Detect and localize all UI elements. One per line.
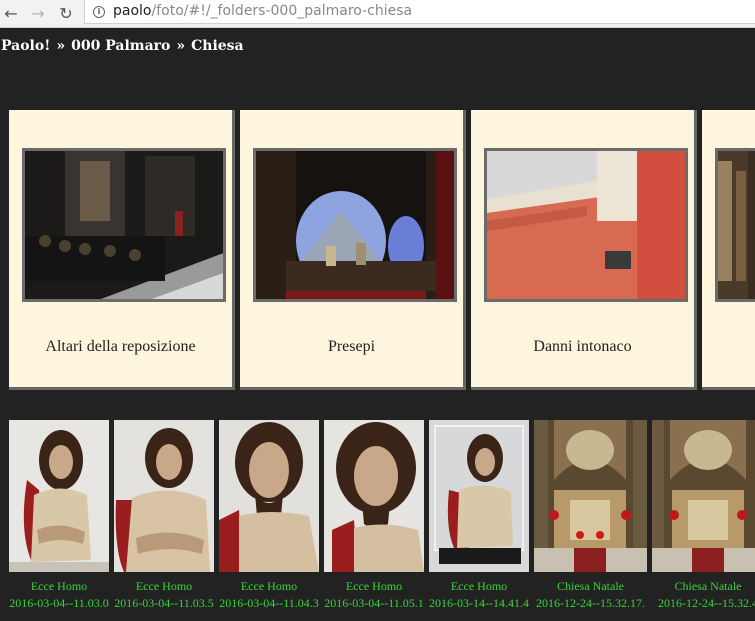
folder-thumbnail[interactable] (253, 148, 457, 302)
photo-date[interactable]: 2016-03-04--11.03.5 (114, 596, 214, 611)
breadcrumb-separator: » (56, 38, 66, 54)
photo-date[interactable]: 2016-03-14--14.41.4 (429, 596, 529, 611)
photo-title[interactable]: Ecce Homo (429, 579, 529, 594)
info-icon[interactable]: i (93, 6, 105, 18)
photo-date[interactable]: 2016-12-24--15.32.17. (534, 596, 647, 611)
photo-title[interactable]: Chiesa Natale (652, 579, 755, 594)
folder-label[interactable]: Altari della reposizione (9, 338, 232, 356)
breadcrumb-item-chiesa: Chiesa (191, 38, 244, 54)
photo-date[interactable]: 2016-12-24--15.32.4 (652, 596, 755, 611)
address-bar[interactable]: i paolo/foto/#!/_folders-000_palmaro-chi… (84, 0, 755, 24)
photo-title[interactable]: Chiesa Natale (534, 579, 647, 594)
back-arrow-icon[interactable]: ← (1, 4, 21, 24)
reload-icon[interactable]: ↻ (56, 4, 76, 24)
folder-card[interactable] (702, 110, 755, 390)
photo-image[interactable] (534, 420, 647, 572)
photo-date[interactable]: 2016-03-04--11.03.0 (9, 596, 109, 611)
breadcrumb-separator: » (176, 38, 186, 54)
breadcrumb-item-home[interactable]: Paolo! (1, 38, 50, 54)
folder-thumbnail[interactable] (484, 148, 688, 302)
browser-toolbar: ← → ↻ i paolo/foto/#!/_folders-000_palma… (0, 0, 755, 28)
photo-strip: Ecce Homo 2016-03-04--11.03.0 Ecce Homo … (0, 420, 755, 621)
photo-image[interactable] (114, 420, 214, 572)
folder-card[interactable]: Altari della reposizione (9, 110, 235, 390)
folder-card[interactable]: Danni intonaco (471, 110, 697, 390)
folder-label[interactable]: Presepi (240, 338, 463, 356)
folder-thumbnail[interactable] (22, 148, 226, 302)
folder-label[interactable]: Danni intonaco (471, 338, 694, 356)
photo-image[interactable] (324, 420, 424, 572)
photo-title[interactable]: Ecce Homo (9, 579, 109, 594)
folder-grid: Altari della reposizione Presepi Danni i… (0, 110, 755, 390)
photo-image[interactable] (652, 420, 755, 572)
breadcrumb-item-palmaro[interactable]: 000 Palmaro (71, 38, 170, 54)
folder-card[interactable]: Presepi (240, 110, 466, 390)
photo-date[interactable]: 2016-03-04--11.04.3 (219, 596, 319, 611)
photo-image[interactable] (429, 420, 529, 572)
url-host: paolo (113, 3, 152, 19)
folder-thumbnail[interactable] (715, 148, 755, 302)
breadcrumb: Paolo! » 000 Palmaro » Chiesa (1, 38, 244, 54)
photo-title[interactable]: Ecce Homo (219, 579, 319, 594)
photo-title[interactable]: Ecce Homo (324, 579, 424, 594)
photo-image[interactable] (219, 420, 319, 572)
forward-arrow-icon[interactable]: → (28, 4, 48, 24)
photo-title[interactable]: Ecce Homo (114, 579, 214, 594)
photo-image[interactable] (9, 420, 109, 572)
url-text[interactable]: paolo/foto/#!/_folders-000_palmaro-chies… (113, 2, 412, 20)
url-path: /foto/#!/_folders-000_palmaro-chiesa (151, 3, 413, 19)
photo-date[interactable]: 2016-03-04--11.05.1 (324, 596, 424, 611)
